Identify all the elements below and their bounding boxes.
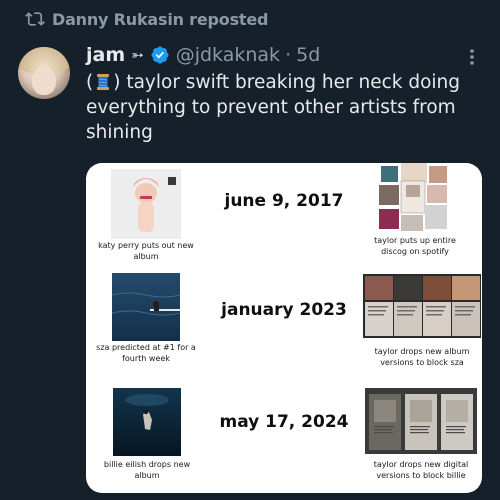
author-name[interactable]: jam (86, 44, 125, 66)
timestamp[interactable]: 5d (296, 44, 320, 66)
repost-icon (25, 12, 45, 26)
media-row: katy perry puts out new album june 9, 20… (86, 163, 482, 273)
repost-header: Danny Rukasin reposted (25, 9, 268, 29)
tweet-header: jam ➳ @jdkaknak · 5d (86, 42, 320, 68)
avatar[interactable] (18, 47, 70, 99)
tweet-text-open: ( (86, 72, 94, 93)
media-row: billie eilish drops new album may 17, 20… (86, 385, 482, 493)
author-handle[interactable]: @jdkaknak (176, 44, 280, 66)
sza-album-cover (112, 273, 180, 341)
repost-label[interactable]: Danny Rukasin reposted (52, 10, 268, 29)
caption-left: katy perry puts out new album (98, 241, 194, 261)
billie-eilish-album-cover (113, 388, 181, 456)
author-name-emoji: ➳ (131, 46, 144, 64)
caption-left: sza predicted at #1 for a fourth week (96, 343, 196, 363)
katy-perry-album-cover (111, 169, 181, 239)
tweet-text: ( ) taylor swift breaking her neck doing… (86, 70, 491, 145)
caption-right: taylor drops new album versions to block… (374, 347, 470, 367)
taylor-discography-collage (379, 163, 449, 233)
row-date: january 2023 (221, 300, 347, 320)
thread-spool-icon (97, 74, 110, 90)
caption-right: taylor drops new digital versions to blo… (373, 460, 469, 480)
separator-dot: · (285, 44, 292, 66)
caption-right: taylor puts up entire discog on spotify (374, 236, 456, 256)
caption-left: billie eilish drops new album (103, 460, 191, 480)
row-date: may 17, 2024 (219, 412, 349, 432)
row-date: june 9, 2017 (224, 191, 344, 211)
tweet-text-body: ) taylor swift breaking her neck doing e… (86, 72, 461, 143)
verified-badge-icon[interactable] (150, 45, 170, 65)
taylor-album-versions-grid (363, 274, 481, 338)
more-options-icon[interactable] (466, 46, 478, 68)
tweet-media-image[interactable]: katy perry puts out new album june 9, 20… (86, 163, 482, 493)
media-row: sza predicted at #1 for a fourth week ja… (86, 273, 482, 385)
taylor-digital-versions-image (365, 388, 477, 454)
